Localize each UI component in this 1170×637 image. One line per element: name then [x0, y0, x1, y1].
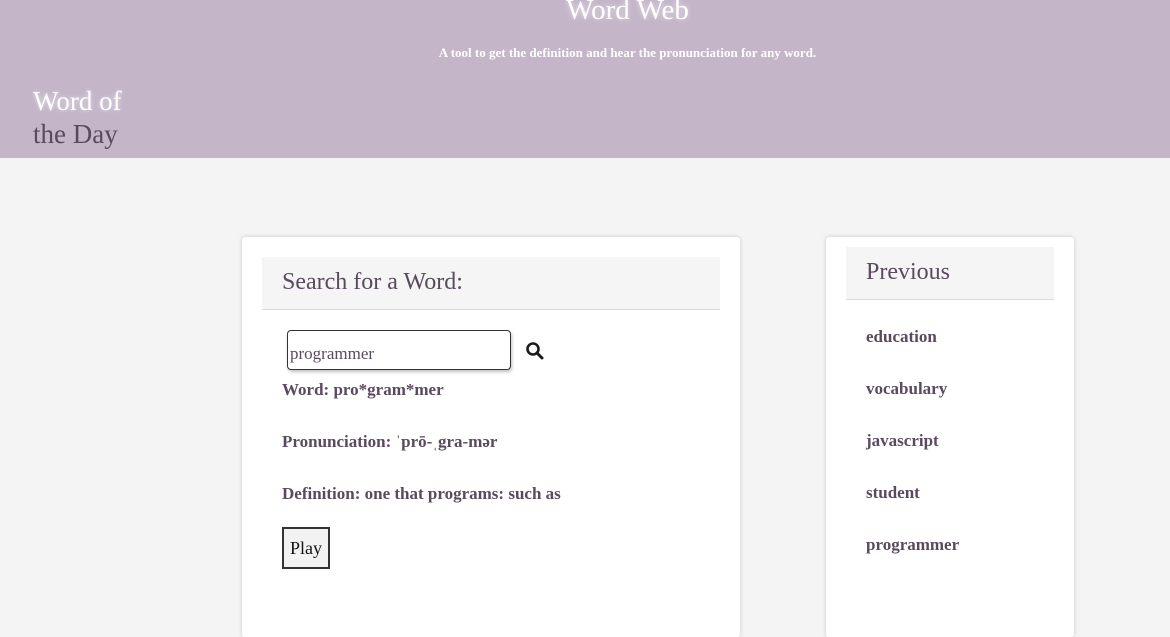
site-tagline: A tool to get the definition and hear th…	[438, 45, 817, 60]
result-definition: Definition: one that programs: such as	[282, 484, 561, 503]
word-of-the-day-label-2: the Day	[33, 119, 118, 149]
result-pronunciation: Pronunciation: ˈprō-ˌgra-mər	[282, 432, 498, 451]
search-card: Search for a Word: Word: pro*gram*mer Pr…	[242, 237, 740, 637]
previous-item-vocabulary[interactable]: vocabulary	[866, 379, 947, 399]
word-of-the-day-link[interactable]: Word of the Day	[33, 85, 122, 151]
site-title: Word Web	[566, 0, 689, 26]
previous-card: Previous education vocabulary javascript…	[826, 237, 1074, 637]
result-word: Word: pro*gram*mer	[282, 380, 444, 399]
play-button[interactable]: Play	[282, 527, 330, 569]
previous-heading: Previous	[846, 247, 1054, 300]
previous-item-javascript[interactable]: javascript	[866, 431, 939, 451]
search-heading: Search for a Word:	[262, 257, 720, 310]
word-of-the-day-label-1: Word of	[33, 86, 122, 116]
previous-item-programmer[interactable]: programmer	[866, 535, 959, 555]
site-header: Word Web A tool to get the definition an…	[0, 0, 1170, 158]
previous-item-education[interactable]: education	[866, 327, 937, 347]
search-input[interactable]	[287, 330, 511, 370]
search-icon[interactable]	[525, 341, 545, 361]
previous-item-student[interactable]: student	[866, 483, 920, 503]
